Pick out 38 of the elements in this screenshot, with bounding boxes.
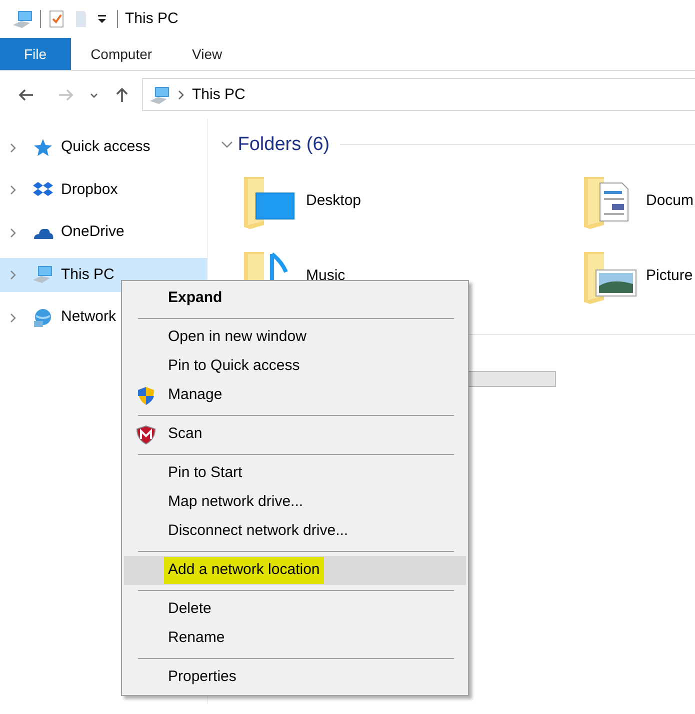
antivirus-shield-icon	[136, 425, 156, 445]
menu-item[interactable]: Disconnect network drive...	[124, 517, 466, 546]
network-globe-icon	[32, 306, 54, 328]
menu-item[interactable]: Map network drive...	[124, 488, 466, 517]
folder-name[interactable]: Picture	[646, 264, 693, 288]
sidebar-item[interactable]: OneDrive	[0, 216, 207, 250]
menu-item[interactable]: Delete	[124, 595, 466, 624]
expand-chevron-icon	[8, 269, 18, 281]
window-title: This PC	[125, 8, 178, 29]
expand-chevron-icon	[8, 142, 18, 154]
sidebar-item[interactable]: Quick access	[0, 130, 207, 164]
computer-icon[interactable]	[12, 9, 32, 29]
customize-dropdown-icon[interactable]	[95, 12, 109, 26]
sidebar-item[interactable]: Dropbox	[0, 173, 207, 207]
star-icon	[32, 136, 54, 158]
properties-icon[interactable]	[48, 9, 66, 29]
group-header[interactable]: Folders (6)	[220, 130, 330, 159]
menu-item[interactable]: Scan	[124, 420, 466, 449]
computer-icon	[32, 264, 54, 286]
ribbon-tab[interactable]: View	[172, 38, 242, 70]
menu-item[interactable]: Pin to Start	[124, 459, 466, 488]
expand-chevron-icon	[8, 226, 18, 238]
folder-name[interactable]: Docum	[646, 190, 694, 212]
ribbon-tab[interactable]: Computer	[70, 38, 172, 70]
folder-name[interactable]: Desktop	[306, 190, 362, 212]
breadcrumb-chevron-icon	[176, 88, 184, 101]
shield-icon	[136, 386, 156, 406]
computer-icon	[149, 84, 169, 105]
menu-item[interactable]: Properties	[124, 663, 466, 692]
ribbon-tab[interactable]: File	[0, 38, 71, 70]
menu-item[interactable]: Add a network location	[124, 556, 466, 585]
menu-item[interactable]: Pin to Quick access	[124, 352, 466, 381]
address-field[interactable]: This PC	[142, 78, 695, 112]
menu-item[interactable]: Open in new window	[124, 323, 466, 352]
expand-chevron-icon	[8, 184, 18, 196]
expand-chevron-icon	[8, 312, 18, 324]
menu-item[interactable]: Manage	[124, 381, 466, 410]
menu-item[interactable]: Rename	[124, 624, 466, 653]
